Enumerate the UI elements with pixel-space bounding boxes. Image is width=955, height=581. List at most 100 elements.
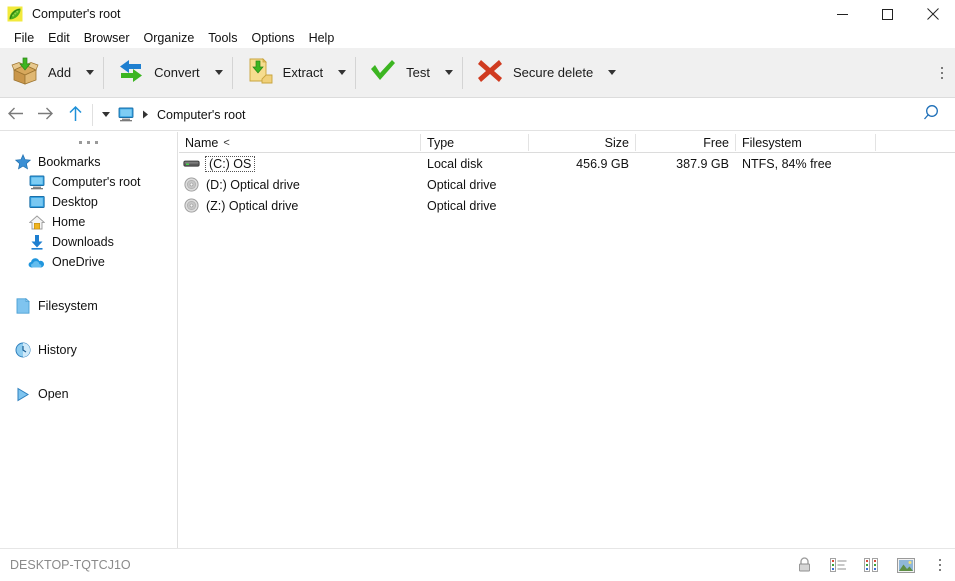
chevron-down-icon [102,112,110,117]
convert-arrows-icon [116,56,146,89]
up-arrow-icon [68,105,83,125]
main-toolbar: Add Convert [0,48,955,98]
back-button[interactable] [0,100,30,130]
toolbar-separator [103,57,104,89]
column-header-type[interactable]: Type [421,132,528,153]
extract-button[interactable]: Extract [235,51,331,95]
column-header-label: Filesystem [742,136,802,150]
table-row[interactable]: (Z:) Optical drive Optical drive [179,195,955,216]
sidebar-item-bookmarks[interactable]: Bookmarks [0,152,177,172]
chevron-down-icon [338,70,346,75]
test-dropdown-button[interactable] [438,51,460,95]
play-triangle-icon [14,386,31,403]
menu-organize[interactable]: Organize [137,28,202,48]
secure-delete-button[interactable]: Secure delete [465,51,601,95]
forward-button[interactable] [30,100,60,130]
add-button[interactable]: Add [0,51,79,95]
menu-tools[interactable]: Tools [201,28,244,48]
menu-edit[interactable]: Edit [41,28,77,48]
sidebar-item-label: Open [38,387,69,401]
column-header-size[interactable]: Size [529,132,635,153]
close-button[interactable] [910,0,955,28]
search-button[interactable] [913,100,949,130]
column-header-label: Type [427,136,454,150]
cell-type: Local disk [421,153,528,174]
sidebar-item-desktop[interactable]: Desktop [0,192,177,212]
column-header-name[interactable]: Name < [179,132,420,153]
sidebar-item-onedrive[interactable]: OneDrive [0,252,177,272]
star-icon [14,154,31,171]
cell-free [636,195,735,216]
address-bar: Computer's root [0,99,955,131]
sidebar-item-filesystem[interactable]: Filesystem [0,296,177,316]
chevron-down-icon [86,70,94,75]
status-bar: DESKTOP-TQTCJ1O [0,548,955,581]
cell-name[interactable]: (C:) OS [179,153,420,174]
add-dropdown-button[interactable] [79,51,101,95]
sidebar-item-open[interactable]: Open [0,384,177,404]
list-view-icon[interactable] [829,556,847,574]
extract-folder-icon [245,56,275,89]
grid-view-icon[interactable] [863,556,881,574]
column-divider[interactable] [875,134,876,151]
minimize-button[interactable] [820,0,865,28]
convert-dropdown-button[interactable] [208,51,230,95]
menu-options[interactable]: Options [244,28,301,48]
table-row[interactable]: (D:) Optical drive Optical drive [179,174,955,195]
computer-icon[interactable] [115,103,137,127]
sidebar-spacer [0,360,177,372]
toolbar-group-secure-delete: Secure delete [465,48,623,98]
toolbar-overflow-icon[interactable] [933,48,951,98]
breadcrumb-path[interactable]: Computer's root [153,106,250,124]
status-bar-icons [795,556,949,574]
sidebar-spacer [0,316,177,328]
cell-free: 387.9 GB [636,153,735,174]
history-dropdown-button[interactable] [97,103,115,127]
lock-icon[interactable] [795,556,813,574]
sidebar-spacer [0,284,177,296]
cell-filesystem [736,195,916,216]
maximize-button[interactable] [865,0,910,28]
sidebar-item-downloads[interactable]: Downloads [0,232,177,252]
up-button[interactable] [60,100,90,130]
sidebar-item-computers-root[interactable]: Computer's root [0,172,177,192]
menu-bar: File Edit Browser Organize Tools Options… [0,28,955,48]
extract-dropdown-button[interactable] [331,51,353,95]
sidebar-item-label: History [38,343,77,357]
cell-name[interactable]: (Z:) Optical drive [179,195,420,216]
sidebar-item-label: Home [52,215,85,229]
test-button[interactable]: Test [358,51,438,95]
menu-help[interactable]: Help [302,28,342,48]
extract-button-label: Extract [283,65,323,80]
table-row[interactable]: (C:) OS Local disk 456.9 GB 387.9 GB NTF… [179,153,955,174]
cell-filesystem: NTFS, 84% free [736,153,916,174]
cell-name[interactable]: (D:) Optical drive [179,174,420,195]
statusbar-overflow-icon[interactable] [931,556,949,574]
breadcrumb-chevron-icon[interactable] [137,103,153,127]
download-icon [28,234,45,251]
sidebar-drag-handle[interactable] [0,132,177,152]
column-header-filesystem[interactable]: Filesystem [736,132,875,153]
sort-indicator: < [223,137,229,149]
sidebar-item-history[interactable]: History [0,340,177,360]
menu-browser[interactable]: Browser [77,28,137,48]
convert-button[interactable]: Convert [106,51,208,95]
sidebar-item-label: Computer's root [52,175,141,189]
toolbar-group-convert: Convert [106,48,230,98]
column-header-label: Size [605,136,629,150]
menu-file[interactable]: File [7,28,41,48]
vertical-dots-icon [941,67,943,79]
cell-filesystem [736,174,916,195]
cell-size: 456.9 GB [529,153,635,174]
toolbar-group-test: Test [358,48,460,98]
row-name-label: (C:) OS [206,157,254,171]
sidebar-item-home[interactable]: Home [0,212,177,232]
cell-free [636,174,735,195]
peazip-window: Computer's root File Edit Browser Organi… [0,0,955,581]
status-computer-name: DESKTOP-TQTCJ1O [10,558,131,572]
test-button-label: Test [406,65,430,80]
column-header-free[interactable]: Free [636,132,735,153]
thumbnail-view-icon[interactable] [897,556,915,574]
secure-delete-dropdown-button[interactable] [601,51,623,95]
sidebar-item-label: Desktop [52,195,98,209]
